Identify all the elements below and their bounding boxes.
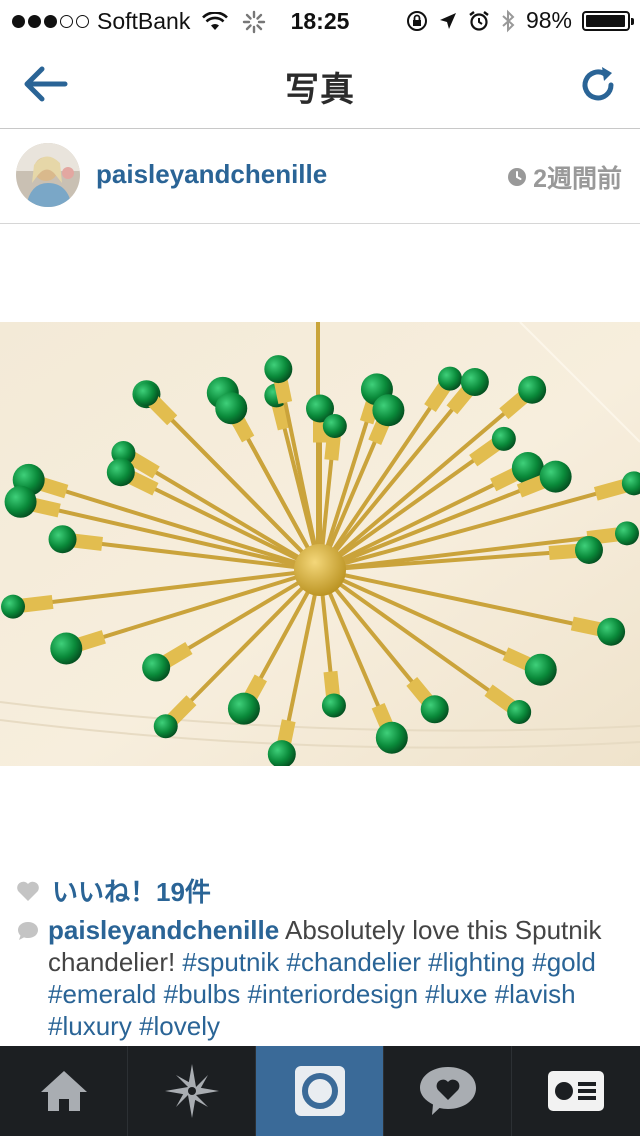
likes-count: いいね！19件 xyxy=(52,877,211,907)
hashtag-link[interactable]: #emerald xyxy=(48,979,156,1009)
navigation-bar: 写真 xyxy=(0,40,640,129)
location-arrow-icon xyxy=(439,12,456,29)
hashtag-link[interactable]: #sputnik xyxy=(182,947,279,977)
caption-text: paisleyandchenille Absolutely love this … xyxy=(48,914,628,1042)
camera-icon xyxy=(294,1066,345,1116)
post-header: paisleyandchenille 2週間前 xyxy=(0,129,640,224)
hashtag-link[interactable]: #lavish xyxy=(495,979,576,1009)
profile-card-icon xyxy=(548,1071,604,1111)
battery-icon xyxy=(582,10,634,31)
hashtag-link[interactable]: #chandelier xyxy=(287,947,421,977)
alarm-icon xyxy=(469,10,489,31)
tab-camera[interactable] xyxy=(256,1046,384,1136)
hashtag-link[interactable]: #lighting xyxy=(428,947,525,977)
caption-username-link[interactable]: paisleyandchenille xyxy=(48,915,279,945)
comment-bubble-icon xyxy=(18,922,38,940)
status-bar: SoftBank 18:25 98% xyxy=(0,0,640,40)
hashtag-link[interactable]: #lovely xyxy=(139,1011,220,1041)
hashtag-link[interactable]: #bulbs xyxy=(164,979,241,1009)
post-timestamp: 2週間前 xyxy=(507,159,622,195)
refresh-button[interactable] xyxy=(574,62,624,106)
tab-profile[interactable] xyxy=(512,1046,640,1136)
rotation-lock-icon xyxy=(406,10,427,31)
username-link[interactable]: paisleyandchenille xyxy=(96,159,327,190)
tab-home[interactable] xyxy=(0,1046,128,1136)
hashtag-link[interactable]: #gold xyxy=(532,947,596,977)
heart-bubble-icon xyxy=(419,1067,476,1115)
page-title: 写真 xyxy=(285,71,355,109)
timestamp-text: 2週間前 xyxy=(533,165,622,193)
hashtag-link[interactable]: #luxury xyxy=(48,1011,132,1041)
home-icon xyxy=(40,1071,87,1111)
avatar[interactable] xyxy=(16,143,80,207)
explore-star-icon xyxy=(164,1064,219,1118)
bluetooth-icon xyxy=(502,9,515,32)
post-photo[interactable] xyxy=(0,322,640,766)
tab-explore[interactable] xyxy=(128,1046,256,1136)
heart-icon xyxy=(17,881,39,901)
status-indicators: 98% xyxy=(406,7,634,34)
battery-percent: 98% xyxy=(525,7,572,33)
tab-bar xyxy=(0,1046,640,1136)
hashtag-link[interactable]: #luxe xyxy=(425,979,487,1009)
likes-row[interactable]: いいね！19件 xyxy=(16,872,211,909)
tab-activity[interactable] xyxy=(384,1046,512,1136)
clock-icon xyxy=(508,168,527,186)
hashtag-link[interactable]: #interiordesign xyxy=(248,979,419,1009)
refresh-icon xyxy=(582,67,614,101)
chandelier-photo xyxy=(0,322,640,766)
